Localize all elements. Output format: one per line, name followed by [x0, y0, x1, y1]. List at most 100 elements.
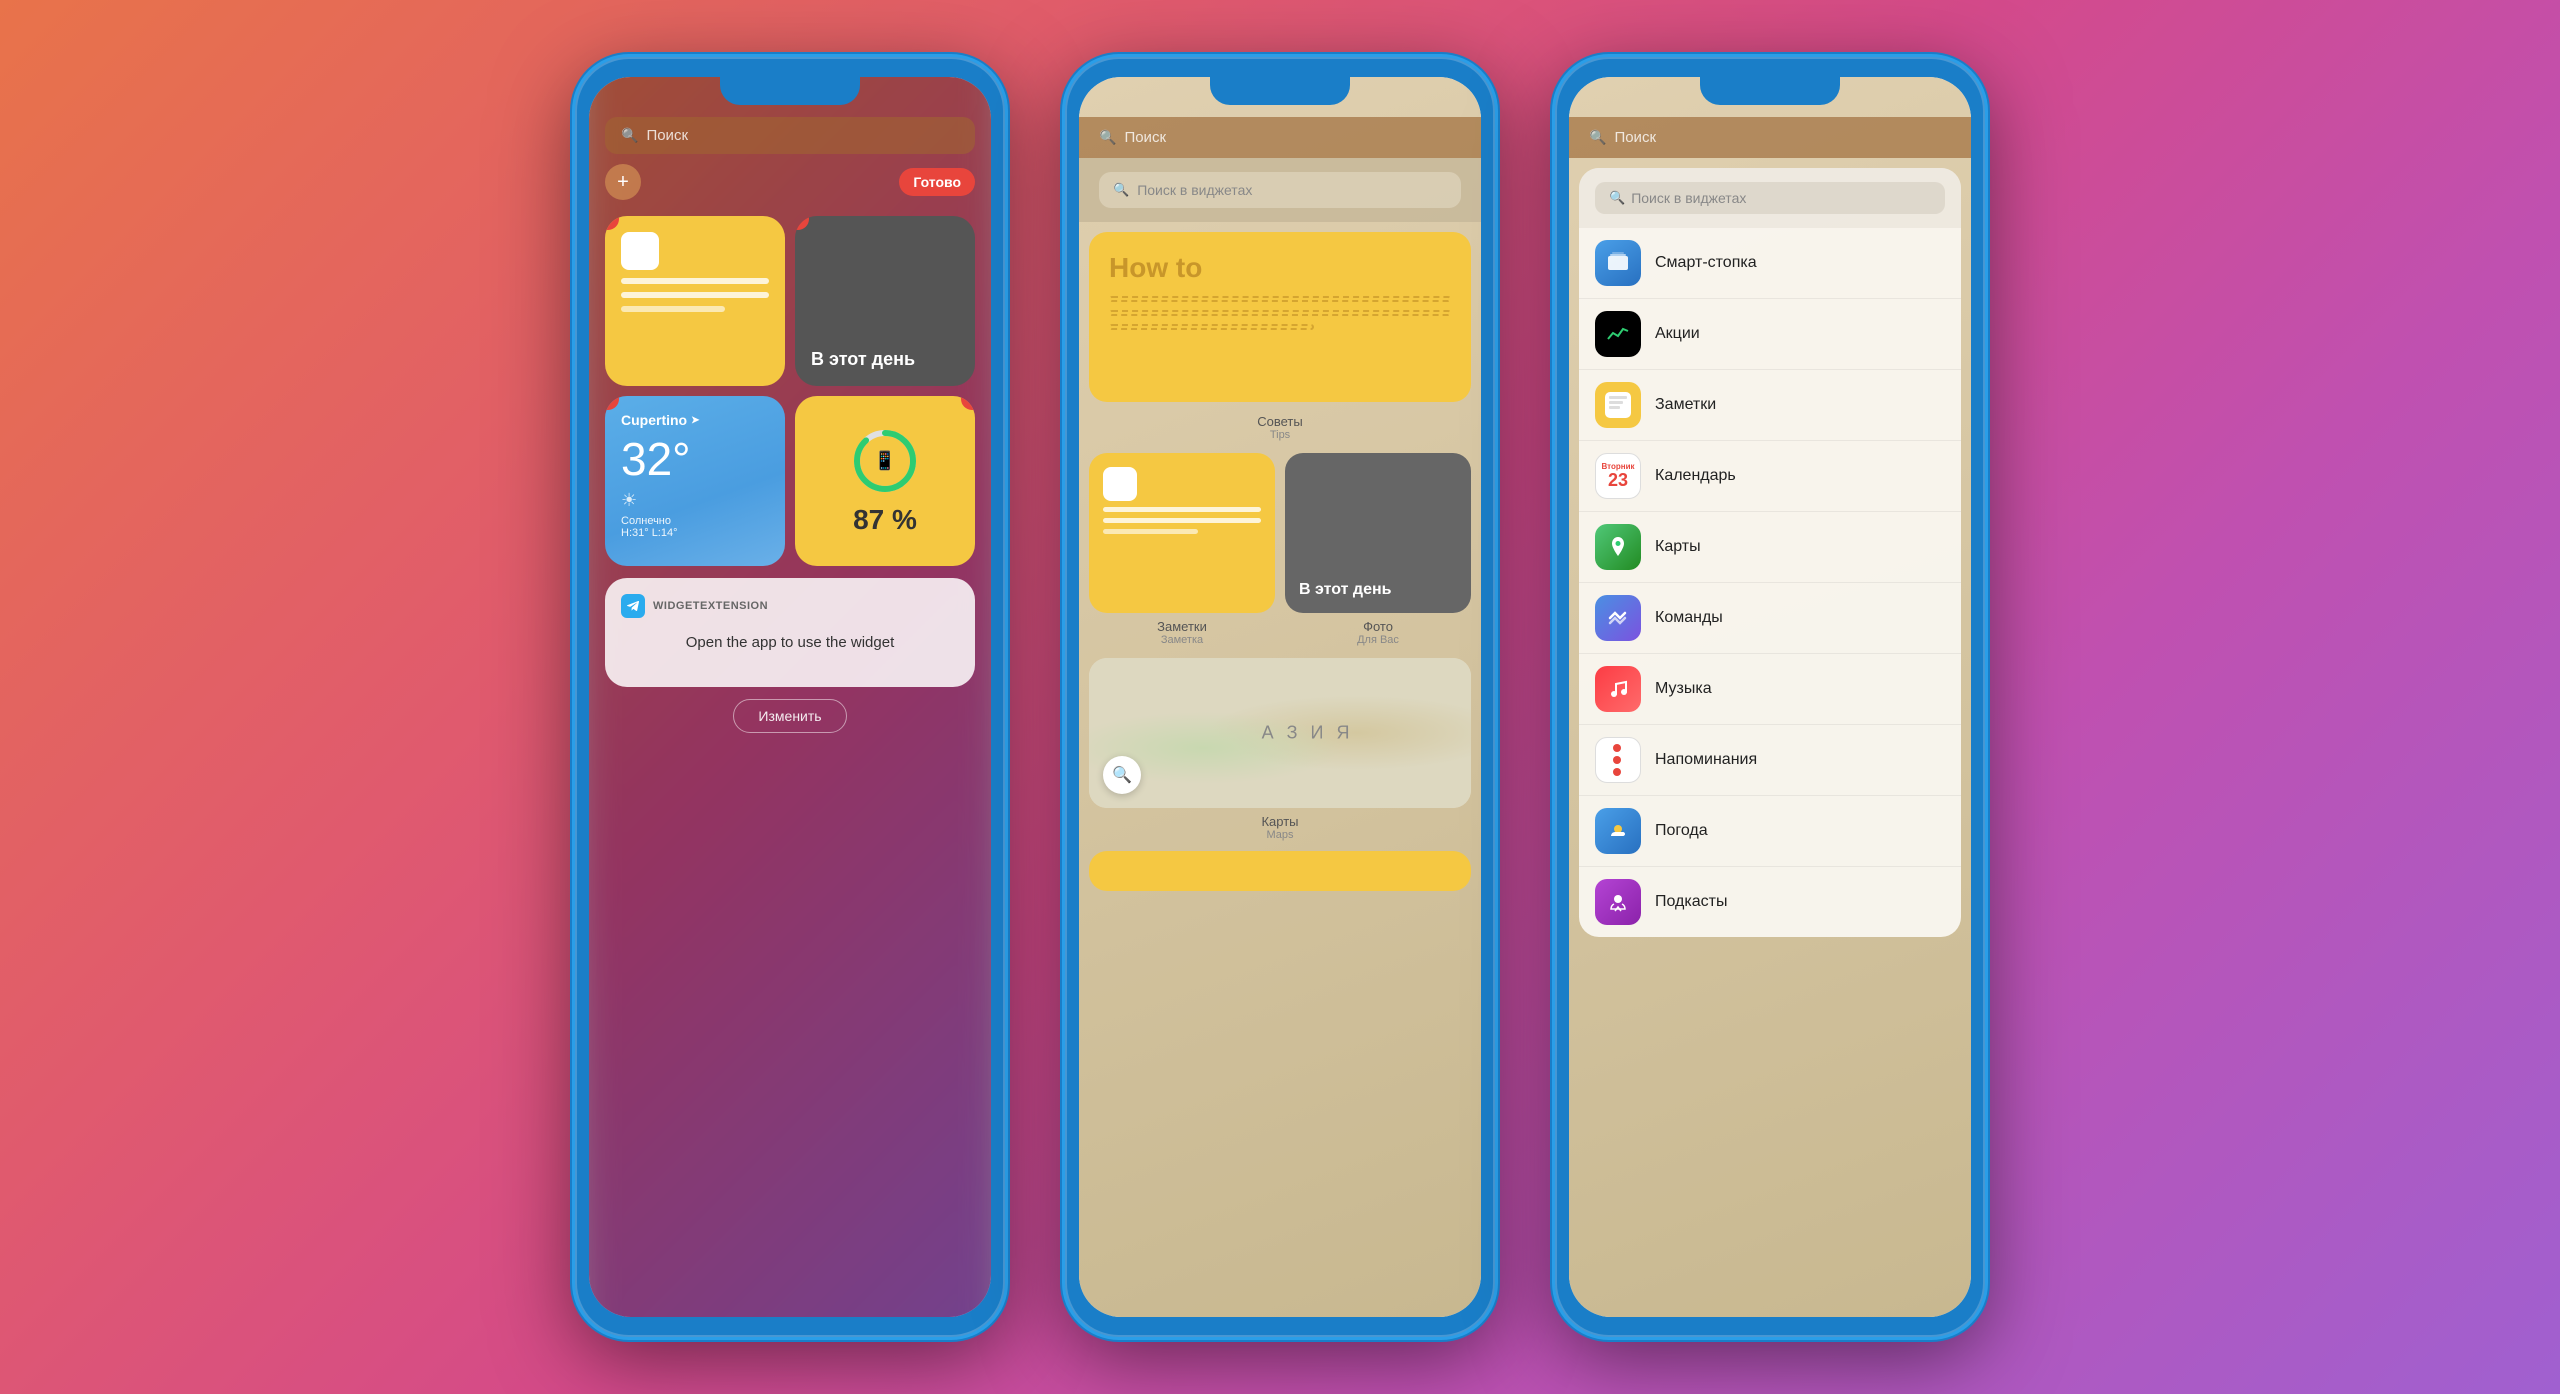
notes-small-container: Заметки Заметка — [1089, 453, 1275, 646]
telegram-body: Open the app to use the widget — [621, 634, 959, 651]
map-widget[interactable]: А З И Я 🔍 — [1089, 658, 1471, 808]
phone-2: 🔍 Поиск 🔍 Поиск в виджетах How to — [1065, 57, 1495, 1337]
notes-small-sublabel: Заметка — [1089, 634, 1275, 646]
phone2-search-label: Поиск — [1124, 129, 1166, 146]
search-icon: 🔍 — [621, 127, 638, 144]
notch-1 — [720, 77, 860, 105]
app-icon-music — [1595, 666, 1641, 712]
list-item[interactable]: Карты — [1579, 512, 1961, 583]
edit-button[interactable]: Изменить — [733, 699, 846, 733]
phone3-list-area: 🔍 Поиск в виджетах — [1579, 168, 1961, 937]
notes-widget[interactable]: − — [605, 216, 785, 386]
app-icon-calendar: Вторник 23 — [1595, 453, 1641, 499]
phone-1: 🔍 Поиск + Готово − − — [575, 57, 1005, 1337]
phone2-search-inner[interactable]: 🔍 Поиск в виджетах — [1099, 172, 1461, 208]
notes-icon — [621, 232, 659, 270]
phone1-search-text: Поиск — [646, 127, 688, 144]
phone1-top-bar: + Готово — [605, 164, 975, 200]
add-widget-button[interactable]: + — [605, 164, 641, 200]
list-item[interactable]: Заметки — [1579, 370, 1961, 441]
photo-sublabel: Для Вас — [1285, 634, 1471, 646]
notch-3 — [1700, 77, 1840, 105]
notes-small-widget[interactable] — [1089, 453, 1275, 613]
list-item[interactable]: Вторник 23 Календарь — [1579, 441, 1961, 512]
list-item[interactable]: Музыка — [1579, 654, 1961, 725]
map-asia-label: А З И Я — [1262, 723, 1354, 744]
today-widget[interactable]: − В этот день — [795, 216, 975, 386]
weather-city: Cupertino ➤ — [621, 412, 769, 428]
map-sublabel: Maps — [1089, 829, 1471, 841]
list-item[interactable]: Погода — [1579, 796, 1961, 867]
photo-widget[interactable]: В этот день — [1285, 453, 1471, 613]
app-name: Календарь — [1655, 467, 1736, 485]
tips-widget[interactable]: How to — [1089, 232, 1471, 402]
list-item[interactable]: Акции — [1579, 299, 1961, 370]
notes-small-line-2 — [1103, 518, 1261, 523]
phone2-search-area: 🔍 Поиск в виджетах — [1079, 158, 1481, 222]
done-button[interactable]: Готово — [899, 168, 975, 196]
notes-line-2 — [621, 292, 769, 298]
tips-howto-text: How to — [1109, 252, 1451, 284]
battery-circle: 📱 — [850, 426, 920, 496]
remove-weather-button[interactable]: − — [605, 396, 619, 410]
phone1-search-bar[interactable]: 🔍 Поиск — [605, 117, 975, 154]
weather-temp: 32° — [621, 432, 769, 486]
tips-label: Советы — [1089, 414, 1471, 429]
telegram-widget[interactable]: WIDGETEXTENSION Open the app to use the … — [605, 578, 975, 687]
battery-widget[interactable]: − 📱 87 % — [795, 396, 975, 566]
app-name: Заметки — [1655, 396, 1716, 414]
app-name: Подкасты — [1655, 893, 1727, 911]
phone2-widget-list: How to Советы Tips — [1079, 222, 1481, 1302]
photo-widget-text: В этот день — [1299, 581, 1391, 599]
app-name: Акции — [1655, 325, 1700, 343]
phone2-header: 🔍 Поиск — [1079, 117, 1481, 158]
photo-label: Фото — [1285, 619, 1471, 634]
app-icon-smartstack — [1595, 240, 1641, 286]
battery-percent: 87 % — [853, 504, 917, 536]
map-label: Карты — [1089, 814, 1471, 829]
list-item[interactable]: Команды — [1579, 583, 1961, 654]
remove-battery-button[interactable]: − — [961, 396, 975, 410]
app-list: Смарт-стопка Акции — [1579, 228, 1961, 937]
app-name: Карты — [1655, 538, 1701, 556]
app-icon-stocks — [1595, 311, 1641, 357]
app-icon-maps — [1595, 524, 1641, 570]
list-item[interactable]: Смарт-стопка — [1579, 228, 1961, 299]
map-search-button[interactable]: 🔍 — [1103, 756, 1141, 794]
app-name: Музыка — [1655, 680, 1712, 698]
remove-notes-button[interactable]: − — [605, 216, 619, 230]
app-icon-weather — [1595, 808, 1641, 854]
telegram-header: WIDGETEXTENSION — [621, 594, 959, 618]
list-item[interactable]: Подкасты — [1579, 867, 1961, 937]
tips-sublabel: Tips — [1089, 429, 1471, 441]
remove-today-button[interactable]: − — [795, 216, 809, 230]
phone3-search-inner[interactable]: 🔍 Поиск в виджетах — [1595, 182, 1945, 214]
notes-small-line-1 — [1103, 507, 1261, 512]
tips-line-2 — [1109, 310, 1451, 316]
notes-small-line-3 — [1103, 529, 1198, 534]
tips-line-3 — [1109, 324, 1314, 330]
notes-line-3 — [621, 306, 725, 312]
phone3-widget-search-text: Поиск в виджетах — [1631, 190, 1746, 206]
weather-widget[interactable]: − Cupertino ➤ 32° ☀ Солнечно H:31° L:14° — [605, 396, 785, 566]
app-name: Погода — [1655, 822, 1708, 840]
app-name: Смарт-стопка — [1655, 254, 1757, 272]
photo-widget-container: В этот день Фото Для Вас — [1285, 453, 1471, 646]
bottom-partial-widget — [1089, 851, 1471, 891]
telegram-title: WIDGETEXTENSION — [653, 600, 768, 612]
phone-2-screen: 🔍 Поиск 🔍 Поиск в виджетах How to — [1079, 77, 1481, 1317]
phone3-search-label: Поиск — [1614, 129, 1656, 146]
widgets-row-2: − Cupertino ➤ 32° ☀ Солнечно H:31° L:14° — [605, 396, 975, 566]
list-item[interactable]: Напоминания — [1579, 725, 1961, 796]
today-widget-text: В этот день — [811, 349, 915, 370]
phone-1-screen: 🔍 Поиск + Готово − − — [589, 77, 991, 1317]
phone3-header: 🔍 Поиск — [1569, 117, 1971, 158]
notes-line-1 — [621, 278, 769, 284]
tips-line-1 — [1109, 296, 1451, 302]
telegram-icon — [621, 594, 645, 618]
phone3-widget-search-bar: 🔍 Поиск в виджетах — [1579, 168, 1961, 228]
notch-2 — [1210, 77, 1350, 105]
tips-widget-container: How to Советы Tips — [1089, 232, 1471, 441]
weather-desc: Солнечно H:31° L:14° — [621, 515, 769, 539]
phone-3: 🔍 Поиск 🔍 Поиск в виджетах — [1555, 57, 1985, 1337]
